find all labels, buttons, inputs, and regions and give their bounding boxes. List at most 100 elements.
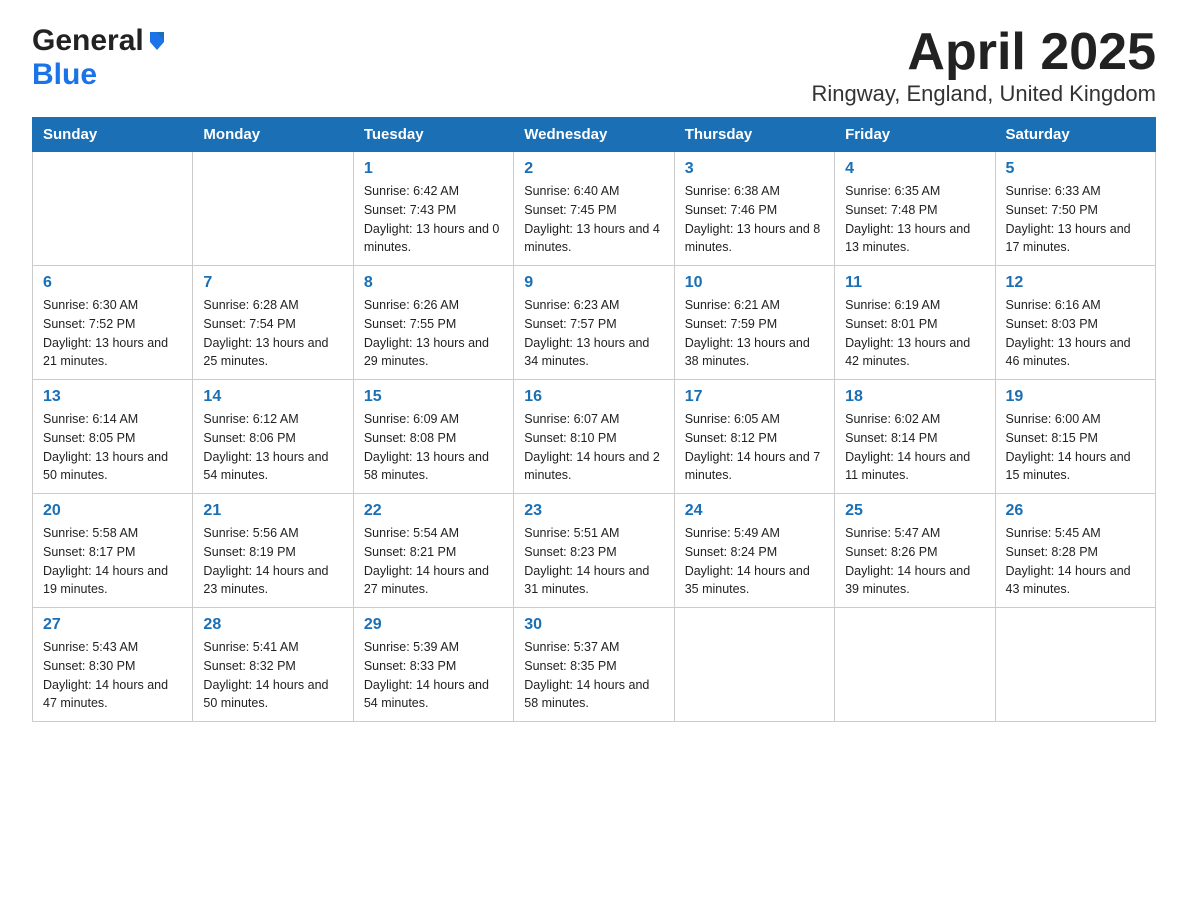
day-info: Sunrise: 6:05 AMSunset: 8:12 PMDaylight:…: [685, 410, 824, 485]
day-number: 5: [1006, 160, 1145, 178]
calendar-cell: 29 Sunrise: 5:39 AMSunset: 8:33 PMDayligh…: [353, 608, 513, 722]
day-info: Sunrise: 5:41 AMSunset: 8:32 PMDaylight:…: [203, 638, 342, 713]
calendar-cell: 23 Sunrise: 5:51 AMSunset: 8:23 PMDayligh…: [514, 494, 674, 608]
calendar-day-header: Sunday: [33, 118, 193, 152]
page-subtitle: Ringway, England, United Kingdom: [812, 81, 1156, 107]
calendar-cell: 28 Sunrise: 5:41 AMSunset: 8:32 PMDayligh…: [193, 608, 353, 722]
calendar-week-row: 1Sunrise: 6:42 AMSunset: 7:43 PMDaylight…: [33, 152, 1156, 266]
calendar-day-header: Tuesday: [353, 118, 513, 152]
day-info: Sunrise: 5:51 AMSunset: 8:23 PMDaylight:…: [524, 524, 663, 599]
calendar-cell: 11 Sunrise: 6:19 AMSunset: 8:01 PMDayligh…: [835, 266, 995, 380]
calendar-cell: 5 Sunrise: 6:33 AMSunset: 7:50 PMDaylight…: [995, 152, 1155, 266]
day-info: Sunrise: 6:19 AMSunset: 8:01 PMDaylight:…: [845, 296, 984, 371]
calendar-week-row: 27 Sunrise: 5:43 AMSunset: 8:30 PMDayligh…: [33, 608, 1156, 722]
day-info: Sunrise: 6:00 AMSunset: 8:15 PMDaylight:…: [1006, 410, 1145, 485]
calendar-cell: 1Sunrise: 6:42 AMSunset: 7:43 PMDaylight…: [353, 152, 513, 266]
day-info: Sunrise: 6:28 AMSunset: 7:54 PMDaylight:…: [203, 296, 342, 371]
day-number: 9: [524, 274, 663, 292]
calendar-cell: 22Sunrise: 5:54 AMSunset: 8:21 PMDayligh…: [353, 494, 513, 608]
calendar-cell: 18 Sunrise: 6:02 AMSunset: 8:14 PMDayligh…: [835, 380, 995, 494]
calendar-cell: 10 Sunrise: 6:21 AMSunset: 7:59 PMDayligh…: [674, 266, 834, 380]
calendar-cell: 15 Sunrise: 6:09 AMSunset: 8:08 PMDayligh…: [353, 380, 513, 494]
calendar-cell: 24Sunrise: 5:49 AMSunset: 8:24 PMDayligh…: [674, 494, 834, 608]
day-number: 21: [203, 502, 342, 520]
day-info: Sunrise: 6:33 AMSunset: 7:50 PMDaylight:…: [1006, 182, 1145, 257]
day-number: 29: [364, 616, 503, 634]
calendar-cell: 3Sunrise: 6:38 AMSunset: 7:46 PMDaylight…: [674, 152, 834, 266]
calendar-cell: 27 Sunrise: 5:43 AMSunset: 8:30 PMDayligh…: [33, 608, 193, 722]
day-number: 4: [845, 160, 984, 178]
day-info: Sunrise: 6:23 AMSunset: 7:57 PMDaylight:…: [524, 296, 663, 371]
day-number: 7: [203, 274, 342, 292]
calendar-cell: 13 Sunrise: 6:14 AMSunset: 8:05 PMDayligh…: [33, 380, 193, 494]
day-info: Sunrise: 6:30 AMSunset: 7:52 PMDaylight:…: [43, 296, 182, 371]
day-info: Sunrise: 6:02 AMSunset: 8:14 PMDaylight:…: [845, 410, 984, 485]
day-info: Sunrise: 5:47 AMSunset: 8:26 PMDaylight:…: [845, 524, 984, 599]
day-number: 22: [364, 502, 503, 520]
calendar-cell: [995, 608, 1155, 722]
page-title: April 2025: [812, 24, 1156, 81]
calendar-cell: 6 Sunrise: 6:30 AMSunset: 7:52 PMDaylight…: [33, 266, 193, 380]
day-info: Sunrise: 6:26 AMSunset: 7:55 PMDaylight:…: [364, 296, 503, 371]
calendar-day-header: Saturday: [995, 118, 1155, 152]
calendar-cell: [674, 608, 834, 722]
calendar-cell: 30Sunrise: 5:37 AMSunset: 8:35 PMDayligh…: [514, 608, 674, 722]
calendar-cell: 16Sunrise: 6:07 AMSunset: 8:10 PMDayligh…: [514, 380, 674, 494]
day-info: Sunrise: 6:35 AMSunset: 7:48 PMDaylight:…: [845, 182, 984, 257]
logo-general-text: General: [32, 24, 144, 58]
calendar-cell: 17 Sunrise: 6:05 AMSunset: 8:12 PMDayligh…: [674, 380, 834, 494]
day-number: 2: [524, 160, 663, 178]
day-info: Sunrise: 6:12 AMSunset: 8:06 PMDaylight:…: [203, 410, 342, 485]
day-number: 20: [43, 502, 182, 520]
day-info: Sunrise: 6:16 AMSunset: 8:03 PMDaylight:…: [1006, 296, 1145, 371]
logo: General Blue: [32, 24, 168, 92]
calendar-cell: 4 Sunrise: 6:35 AMSunset: 7:48 PMDaylight…: [835, 152, 995, 266]
day-info: Sunrise: 5:45 AMSunset: 8:28 PMDaylight:…: [1006, 524, 1145, 599]
calendar-cell: 14 Sunrise: 6:12 AMSunset: 8:06 PMDayligh…: [193, 380, 353, 494]
day-number: 26: [1006, 502, 1145, 520]
day-number: 15: [364, 388, 503, 406]
calendar-cell: [33, 152, 193, 266]
calendar-header-row: SundayMondayTuesdayWednesdayThursdayFrid…: [33, 118, 1156, 152]
day-info: Sunrise: 6:14 AMSunset: 8:05 PMDaylight:…: [43, 410, 182, 485]
day-number: 3: [685, 160, 824, 178]
calendar-cell: 21Sunrise: 5:56 AMSunset: 8:19 PMDayligh…: [193, 494, 353, 608]
calendar-cell: 2Sunrise: 6:40 AMSunset: 7:45 PMDaylight…: [514, 152, 674, 266]
day-number: 19: [1006, 388, 1145, 406]
day-number: 11: [845, 274, 984, 292]
day-number: 18: [845, 388, 984, 406]
calendar-cell: 25Sunrise: 5:47 AMSunset: 8:26 PMDayligh…: [835, 494, 995, 608]
day-info: Sunrise: 6:09 AMSunset: 8:08 PMDaylight:…: [364, 410, 503, 485]
logo-blue-text: Blue: [32, 58, 97, 91]
day-number: 14: [203, 388, 342, 406]
calendar-week-row: 13 Sunrise: 6:14 AMSunset: 8:05 PMDayligh…: [33, 380, 1156, 494]
day-info: Sunrise: 5:49 AMSunset: 8:24 PMDaylight:…: [685, 524, 824, 599]
day-number: 23: [524, 502, 663, 520]
day-number: 6: [43, 274, 182, 292]
calendar-cell: [835, 608, 995, 722]
day-number: 10: [685, 274, 824, 292]
calendar-cell: 8Sunrise: 6:26 AMSunset: 7:55 PMDaylight…: [353, 266, 513, 380]
day-info: Sunrise: 6:42 AMSunset: 7:43 PMDaylight:…: [364, 182, 503, 257]
calendar-week-row: 6 Sunrise: 6:30 AMSunset: 7:52 PMDaylight…: [33, 266, 1156, 380]
day-info: Sunrise: 6:21 AMSunset: 7:59 PMDaylight:…: [685, 296, 824, 371]
day-number: 12: [1006, 274, 1145, 292]
day-number: 30: [524, 616, 663, 634]
calendar-cell: 26 Sunrise: 5:45 AMSunset: 8:28 PMDayligh…: [995, 494, 1155, 608]
day-info: Sunrise: 5:39 AMSunset: 8:33 PMDaylight:…: [364, 638, 503, 713]
day-number: 27: [43, 616, 182, 634]
day-number: 17: [685, 388, 824, 406]
calendar-cell: 12 Sunrise: 6:16 AMSunset: 8:03 PMDayligh…: [995, 266, 1155, 380]
calendar-cell: 7 Sunrise: 6:28 AMSunset: 7:54 PMDaylight…: [193, 266, 353, 380]
day-number: 16: [524, 388, 663, 406]
day-number: 28: [203, 616, 342, 634]
day-info: Sunrise: 5:43 AMSunset: 8:30 PMDaylight:…: [43, 638, 182, 713]
calendar-cell: 19 Sunrise: 6:00 AMSunset: 8:15 PMDayligh…: [995, 380, 1155, 494]
logo-arrow-icon: [146, 28, 168, 55]
day-number: 13: [43, 388, 182, 406]
day-info: Sunrise: 5:58 AMSunset: 8:17 PMDaylight:…: [43, 524, 182, 599]
title-section: April 2025 Ringway, England, United King…: [812, 24, 1156, 107]
calendar-day-header: Friday: [835, 118, 995, 152]
calendar-day-header: Wednesday: [514, 118, 674, 152]
page-header: General Blue April 2025 Ringway, England…: [32, 24, 1156, 107]
